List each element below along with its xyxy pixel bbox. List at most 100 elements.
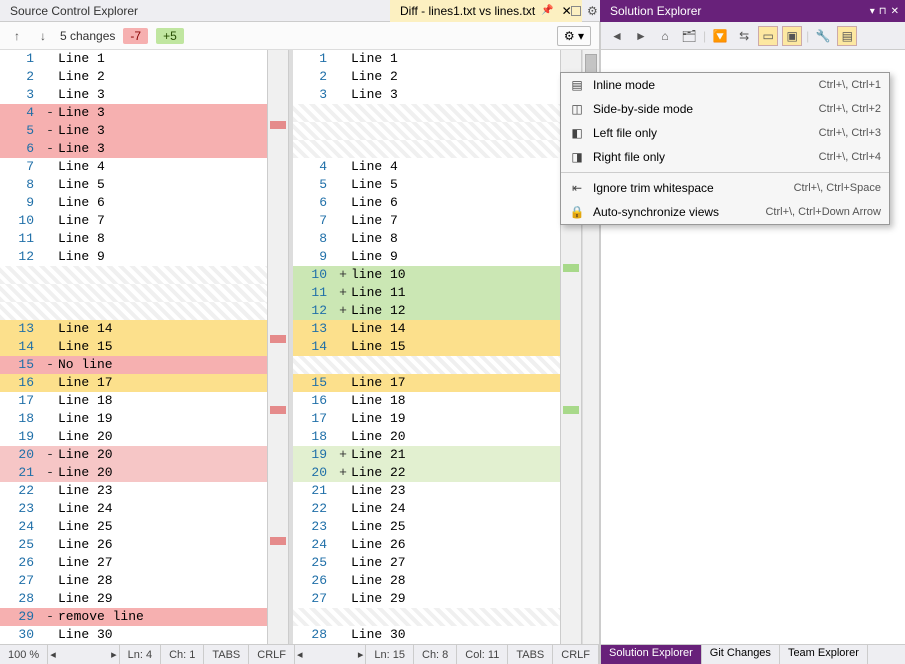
- code-line[interactable]: 1Line 1: [293, 50, 560, 68]
- back-icon[interactable]: ◄: [607, 26, 627, 46]
- code-line[interactable]: [293, 140, 560, 158]
- code-line[interactable]: [293, 608, 560, 626]
- hscroll-left[interactable]: ◂▸: [48, 645, 119, 664]
- code-line[interactable]: 4Line 4: [293, 158, 560, 176]
- code-line[interactable]: 23Line 25: [293, 518, 560, 536]
- status-eol-right[interactable]: CRLF: [553, 645, 599, 664]
- code-line[interactable]: 7Line 4: [0, 158, 267, 176]
- code-line[interactable]: 12Line 9: [0, 248, 267, 266]
- pin-icon[interactable]: 📌: [541, 5, 553, 16]
- code-line[interactable]: 16Line 17: [0, 374, 267, 392]
- window-menu-icon[interactable]: ▾: [870, 6, 875, 17]
- code-line[interactable]: 21Line 23: [293, 482, 560, 500]
- code-line[interactable]: 20-Line 20: [0, 446, 267, 464]
- code-line[interactable]: 11+Line 11: [293, 284, 560, 302]
- diff-right-pane[interactable]: 1Line 12Line 23Line 3 4Line 45Line 56Line…: [293, 50, 560, 644]
- code-line[interactable]: 26Line 27: [0, 554, 267, 572]
- code-line[interactable]: 24Line 26: [293, 536, 560, 554]
- code-line[interactable]: 15Line 17: [293, 374, 560, 392]
- code-line[interactable]: 12+Line 12: [293, 302, 560, 320]
- code-line[interactable]: 8Line 8: [293, 230, 560, 248]
- code-line[interactable]: 19Line 20: [0, 428, 267, 446]
- pin-icon[interactable]: ⊓: [879, 6, 887, 17]
- code-line[interactable]: 9Line 6: [0, 194, 267, 212]
- code-line[interactable]: 5Line 5: [293, 176, 560, 194]
- code-line[interactable]: 15-No line: [0, 356, 267, 374]
- code-line[interactable]: 2Line 2: [0, 68, 267, 86]
- code-line[interactable]: 3Line 3: [0, 86, 267, 104]
- code-line[interactable]: 13Line 14: [293, 320, 560, 338]
- home-icon[interactable]: ⌂: [655, 26, 675, 46]
- menu-item[interactable]: ◧Left file onlyCtrl+\, Ctrl+3: [561, 121, 889, 145]
- show-all-files-icon[interactable]: ▭: [758, 26, 778, 46]
- code-line[interactable]: 21-Line 20: [0, 464, 267, 482]
- code-line[interactable]: 6-Line 3: [0, 140, 267, 158]
- code-line[interactable]: 1Line 1: [0, 50, 267, 68]
- code-line[interactable]: 18Line 19: [0, 410, 267, 428]
- code-line[interactable]: 24Line 25: [0, 518, 267, 536]
- code-line[interactable]: [0, 266, 267, 284]
- preview-toggle-icon[interactable]: [571, 6, 581, 16]
- code-line[interactable]: 25Line 26: [0, 536, 267, 554]
- code-line[interactable]: 28Line 29: [0, 590, 267, 608]
- solution-explorer-tool-window-header[interactable]: Solution Explorer ▾ ⊓ ✕: [600, 0, 905, 22]
- code-line[interactable]: 11Line 8: [0, 230, 267, 248]
- code-line[interactable]: 22Line 24: [293, 500, 560, 518]
- status-tabs-right[interactable]: TABS: [508, 645, 553, 664]
- filter-icon[interactable]: 🔽: [710, 26, 730, 46]
- code-line[interactable]: 3Line 3: [293, 86, 560, 104]
- next-change-icon[interactable]: ↓: [34, 27, 52, 45]
- status-eol-left[interactable]: CRLF: [249, 645, 295, 664]
- code-line[interactable]: 27Line 28: [0, 572, 267, 590]
- menu-item[interactable]: ▤Inline modeCtrl+\, Ctrl+1: [561, 73, 889, 97]
- code-line[interactable]: 23Line 24: [0, 500, 267, 518]
- code-line[interactable]: 17Line 19: [293, 410, 560, 428]
- preview-icon[interactable]: ▤: [837, 26, 857, 46]
- code-line[interactable]: 20+Line 22: [293, 464, 560, 482]
- tab-solution-explorer[interactable]: Solution Explorer: [601, 645, 702, 664]
- gear-small-icon[interactable]: ⚙: [587, 4, 598, 18]
- code-line[interactable]: 8Line 5: [0, 176, 267, 194]
- code-line[interactable]: 14Line 15: [293, 338, 560, 356]
- code-line[interactable]: 18Line 20: [293, 428, 560, 446]
- code-line[interactable]: 27Line 29: [293, 590, 560, 608]
- code-line[interactable]: [293, 356, 560, 374]
- code-line[interactable]: [0, 284, 267, 302]
- zoom-level[interactable]: 100 %: [0, 645, 48, 664]
- code-line[interactable]: [293, 122, 560, 140]
- code-line[interactable]: 10Line 7: [0, 212, 267, 230]
- code-line[interactable]: 19+Line 21: [293, 446, 560, 464]
- code-line[interactable]: 17Line 18: [0, 392, 267, 410]
- code-line[interactable]: 7Line 7: [293, 212, 560, 230]
- tab-source-control-explorer[interactable]: Source Control Explorer: [0, 0, 148, 22]
- collapse-all-icon[interactable]: ▣: [782, 26, 802, 46]
- tab-diff-active[interactable]: Diff - lines1.txt vs lines.txt 📌 ✕: [390, 0, 582, 22]
- code-line[interactable]: 4-Line 3: [0, 104, 267, 122]
- code-line[interactable]: 28Line 30: [293, 626, 560, 644]
- properties-icon[interactable]: 🔧: [813, 26, 833, 46]
- code-line[interactable]: 22Line 23: [0, 482, 267, 500]
- tab-team-explorer[interactable]: Team Explorer: [780, 645, 868, 664]
- sync-icon[interactable]: ⇆: [734, 26, 754, 46]
- code-line[interactable]: 16Line 18: [293, 392, 560, 410]
- code-line[interactable]: 9Line 9: [293, 248, 560, 266]
- code-line[interactable]: 30Line 30: [0, 626, 267, 644]
- code-line[interactable]: 13Line 14: [0, 320, 267, 338]
- menu-item[interactable]: ◨Right file onlyCtrl+\, Ctrl+4: [561, 145, 889, 169]
- code-line[interactable]: 14Line 15: [0, 338, 267, 356]
- forward-icon[interactable]: ►: [631, 26, 651, 46]
- overview-ruler-left[interactable]: [267, 50, 289, 644]
- diff-settings-button[interactable]: ⚙ ▾: [557, 26, 591, 46]
- switch-views-icon[interactable]: 🗂: [679, 26, 699, 46]
- code-line[interactable]: 6Line 6: [293, 194, 560, 212]
- menu-item[interactable]: ◫Side-by-side modeCtrl+\, Ctrl+2: [561, 97, 889, 121]
- menu-item[interactable]: 🔒Auto-synchronize viewsCtrl+\, Ctrl+Down…: [561, 200, 889, 224]
- status-tabs-left[interactable]: TABS: [204, 645, 249, 664]
- code-line[interactable]: [0, 302, 267, 320]
- hscroll-right[interactable]: ◂▸: [295, 645, 366, 664]
- menu-item[interactable]: ⇤Ignore trim whitespaceCtrl+\, Ctrl+Spac…: [561, 176, 889, 200]
- code-line[interactable]: 25Line 27: [293, 554, 560, 572]
- code-line[interactable]: 2Line 2: [293, 68, 560, 86]
- prev-change-icon[interactable]: ↑: [8, 27, 26, 45]
- code-line[interactable]: 10+line 10: [293, 266, 560, 284]
